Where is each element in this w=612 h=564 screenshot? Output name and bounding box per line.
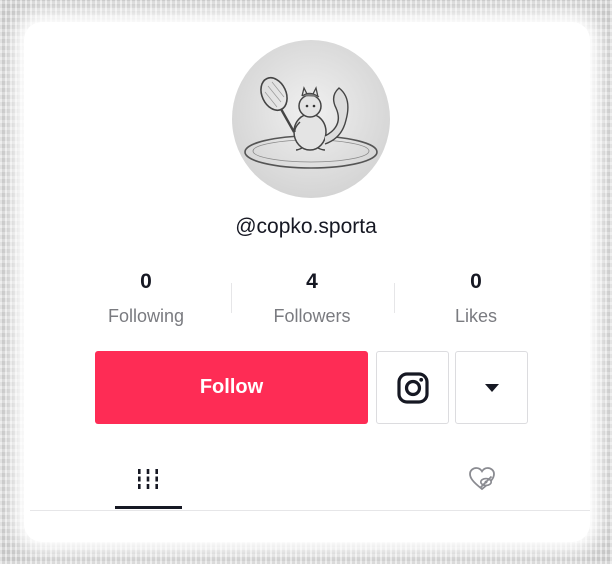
tabs-divider [30, 510, 590, 511]
stat-divider [394, 283, 395, 313]
follow-button[interactable]: Follow [95, 351, 368, 424]
followers-count[interactable]: 4 [242, 270, 382, 294]
tab-liked[interactable] [449, 454, 515, 504]
following-label[interactable]: Following [76, 306, 216, 327]
caret-down-icon [484, 383, 499, 392]
squirrel-sketch-image [244, 76, 378, 169]
instagram-button[interactable] [376, 351, 449, 424]
likes-count: 0 [470, 270, 482, 293]
profile-username: @copko.sporta [235, 215, 377, 238]
follow-button-label: Follow [199, 376, 264, 398]
liked-hidden-icon [469, 467, 495, 491]
likes-label: Likes [454, 306, 498, 326]
avatar[interactable] [232, 40, 390, 198]
more-options-button[interactable] [455, 351, 528, 424]
instagram-icon [396, 371, 429, 404]
following-count[interactable]: 0 [76, 270, 216, 294]
grid-icon [138, 469, 158, 489]
active-tab-indicator [115, 506, 182, 509]
stat-divider [231, 283, 232, 313]
tab-videos[interactable] [115, 454, 181, 504]
followers-label[interactable]: Followers [242, 306, 382, 327]
